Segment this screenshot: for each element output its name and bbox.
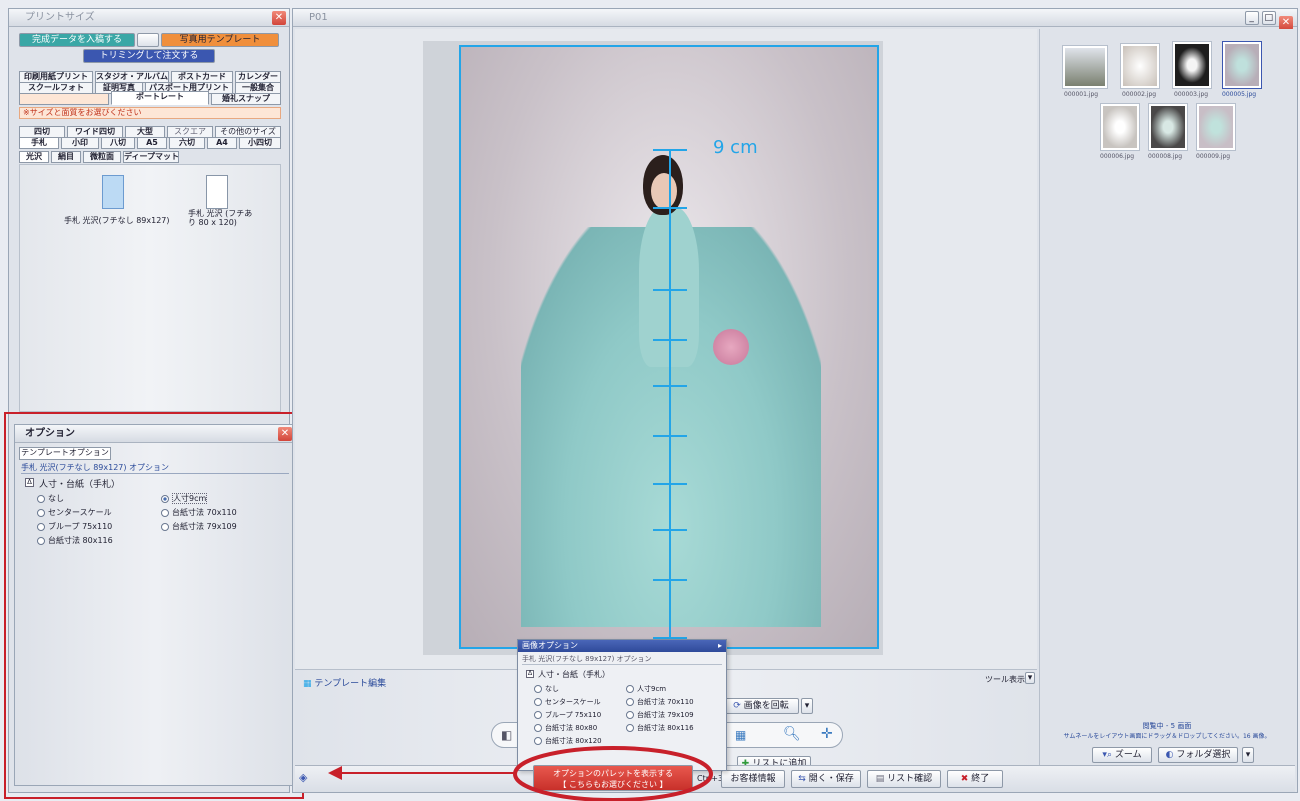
annotation-overlay: [328, 746, 713, 801]
highlight-ellipse: [513, 746, 713, 801]
pointer-arrow-head: [328, 766, 342, 780]
